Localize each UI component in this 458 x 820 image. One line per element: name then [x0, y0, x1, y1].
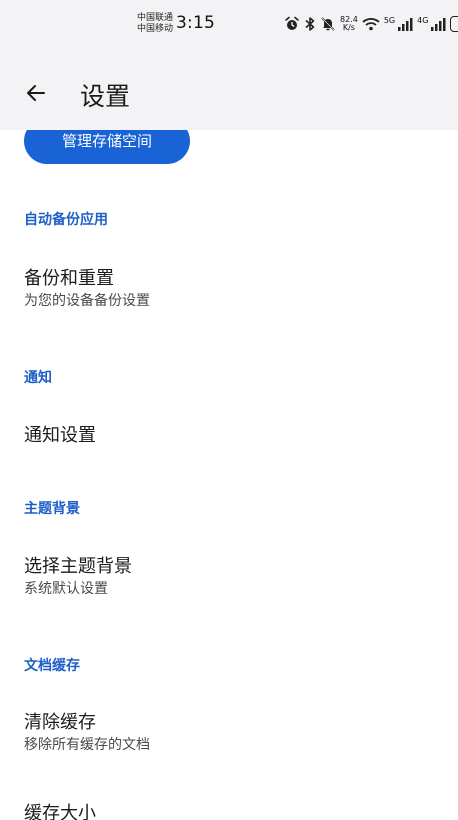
cache-size-title: 缓存大小: [24, 803, 96, 820]
network-4g-label: 4G: [417, 15, 429, 25]
page-title: 设置: [80, 82, 131, 111]
mute-icon: [320, 16, 336, 32]
section-header-backup: 自动备份应用: [24, 212, 108, 228]
choose-theme-subtitle: 系统默认设置: [24, 581, 108, 597]
clear-cache-title: 清除缓存: [24, 712, 96, 733]
bluetooth-icon: [304, 16, 316, 32]
backup-reset-item[interactable]: 备份和重置 为您的设备备份设置: [0, 264, 458, 320]
section-header-theme: 主题背景: [24, 501, 80, 517]
carrier-1: 中国联通: [137, 13, 174, 23]
notification-settings-item[interactable]: 通知设置: [0, 421, 458, 451]
settings-screen: 中国联通 中国移动 3:15 82.4 K/s 5G 4G 设置 管理存储空间 …: [0, 0, 458, 820]
backup-reset-subtitle: 为您的设备备份设置: [24, 293, 150, 309]
wifi-icon: [362, 16, 380, 32]
app-bar: 设置: [0, 50, 458, 130]
clear-cache-subtitle: 移除所有缓存的文档: [24, 737, 150, 753]
notification-settings-title: 通知设置: [24, 425, 96, 446]
status-time: 3:15: [176, 13, 215, 33]
choose-theme-item[interactable]: 选择主题背景 系统默认设置: [0, 552, 458, 608]
arrow-left-icon[interactable]: [24, 81, 48, 105]
network-5g-label: 5G: [383, 15, 396, 25]
status-icons: 82.4K/s 5G 4G 93: [284, 13, 458, 35]
signal-icon: [430, 16, 446, 32]
signal-icon: [397, 16, 413, 32]
choose-theme-title: 选择主题背景: [24, 556, 132, 577]
backup-reset-title: 备份和重置: [24, 268, 114, 289]
cache-size-item[interactable]: 缓存大小: [0, 799, 458, 820]
network-speed: 82.4 K/s: [340, 16, 358, 32]
carrier-info: 中国联通 中国移动: [137, 13, 173, 35]
carrier-2: 中国移动: [137, 24, 174, 34]
clear-cache-item[interactable]: 清除缓存 移除所有缓存的文档: [0, 708, 458, 764]
section-header-notify: 通知: [24, 370, 52, 386]
section-header-cache: 文档缓存: [24, 658, 80, 674]
status-bar: 中国联通 中国移动 3:15 82.4 K/s 5G 4G: [0, 0, 458, 50]
battery-icon: 93: [450, 16, 458, 32]
alarm-icon: [284, 16, 300, 32]
speed-unit: K/s: [342, 23, 355, 32]
